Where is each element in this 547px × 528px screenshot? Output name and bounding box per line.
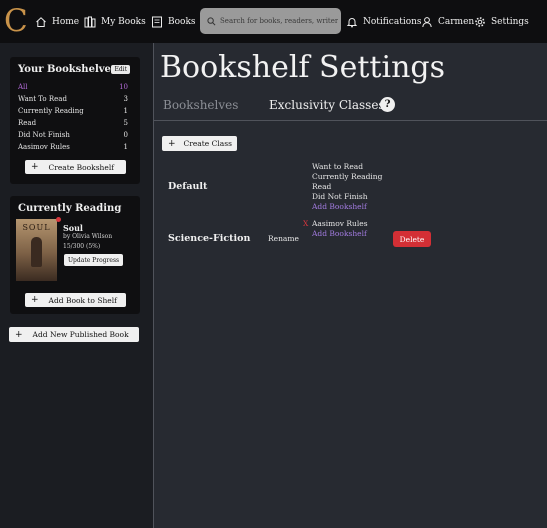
search-bar[interactable]	[200, 8, 341, 34]
tab-exclusivity-classes[interactable]: Exclusivity Classes	[269, 98, 385, 112]
notification-dot	[56, 217, 61, 222]
bookshelves-panel: Your Bookshelves Edit All 10 Want To Rea…	[10, 57, 140, 184]
update-progress-button[interactable]: Update Progress	[64, 254, 124, 266]
class-name-default: Default	[168, 181, 208, 192]
cover-text: SOUL	[22, 223, 51, 232]
nav-books-label: Books	[168, 17, 196, 27]
currently-reading-title: Currently Reading	[18, 203, 122, 214]
nav-my-books[interactable]: My Books	[84, 14, 146, 30]
reading-progress: 15/300 (5%)	[63, 243, 101, 250]
book-icon	[152, 16, 162, 28]
books-stack-icon	[84, 16, 96, 28]
add-bookshelf-link-default[interactable]: Add Bookshelf	[312, 202, 367, 211]
sidebar-shelf-all[interactable]: All 10	[18, 83, 128, 95]
add-book-to-shelf-button[interactable]: + Add Book to Shelf	[25, 293, 126, 307]
nav-notifications-label: Notifications	[363, 17, 422, 27]
user-icon	[422, 17, 432, 28]
nav-books[interactable]: Books	[151, 14, 196, 30]
shelf-name: Did Not Finish	[18, 131, 70, 139]
class-shelf-item: Aasimov Rules	[312, 219, 368, 228]
add-book-to-shelf-label: Add Book to Shelf	[48, 295, 117, 305]
home-icon	[36, 17, 46, 27]
bookshelves-title: Your Bookshelves	[18, 64, 117, 75]
edit-bookshelves-button[interactable]: Edit	[111, 65, 130, 74]
create-class-button[interactable]: + Create Class	[162, 136, 237, 151]
add-new-published-book-button[interactable]: + Add New Published Book	[9, 327, 139, 342]
nav-home[interactable]: Home	[35, 14, 79, 30]
nav-user-label: Carmen	[438, 17, 475, 27]
plus-icon: +	[31, 162, 39, 172]
shelf-count: 1	[123, 143, 128, 151]
nav-settings[interactable]: Settings	[474, 14, 529, 30]
shelf-name: Want To Read	[18, 95, 67, 103]
shelf-name: All	[18, 83, 28, 91]
rename-class-button[interactable]: Rename	[268, 234, 299, 243]
nav-my-books-label: My Books	[101, 17, 146, 27]
create-class-label: Create Class	[183, 139, 232, 148]
class-shelf-item: Did Not Finish	[312, 192, 368, 201]
top-nav-bar: C Home My Books Books Notifications Carm…	[0, 0, 547, 43]
plus-icon: +	[168, 138, 176, 149]
shelf-name: Aasimov Rules	[18, 143, 70, 151]
nav-home-label: Home	[52, 17, 80, 27]
help-icon[interactable]: ?	[380, 97, 395, 112]
add-bookshelf-link-science-fiction[interactable]: Add Bookshelf	[312, 229, 367, 238]
app-logo[interactable]: C	[4, 4, 28, 38]
sidebar-shelf-did-not-finish[interactable]: Did Not Finish 0	[18, 131, 128, 143]
search-input[interactable]	[220, 17, 338, 25]
book-author: by Olivia Wilson	[63, 233, 113, 240]
remove-shelf-x-icon[interactable]: X	[303, 219, 308, 228]
shelf-name: Currently Reading	[18, 107, 84, 115]
sidebar-shelf-read[interactable]: Read 5	[18, 119, 128, 131]
sidebar-shelf-aasimov-rules[interactable]: Aasimov Rules 1	[18, 143, 128, 155]
sidebar-shelf-want-to-read[interactable]: Want To Read 3	[18, 95, 128, 107]
cover-figure	[31, 237, 42, 267]
sidebar-divider	[153, 43, 154, 528]
book-title[interactable]: Soul	[63, 223, 83, 233]
create-bookshelf-label: Create Bookshelf	[48, 162, 114, 172]
plus-icon: +	[15, 329, 23, 340]
nav-notifications[interactable]: Notifications	[346, 14, 422, 30]
class-shelf-item: Read	[312, 182, 332, 191]
shelf-count: 3	[123, 95, 128, 103]
nav-user[interactable]: Carmen	[421, 14, 474, 30]
class-name-science-fiction: Science-Fiction	[168, 233, 251, 244]
shelf-count: 10	[119, 83, 128, 91]
create-bookshelf-button[interactable]: + Create Bookshelf	[25, 160, 126, 174]
gear-icon	[475, 17, 485, 27]
shelf-count: 5	[123, 119, 128, 127]
shelf-count: 1	[123, 107, 128, 115]
class-shelf-item: Currently Reading	[312, 172, 383, 181]
sidebar-shelf-currently-reading[interactable]: Currently Reading 1	[18, 107, 128, 119]
book-cover-image[interactable]: SOUL	[16, 219, 57, 281]
search-icon	[207, 16, 216, 25]
page-title: Bookshelf Settings	[160, 50, 445, 85]
shelf-count: 0	[123, 131, 128, 139]
tabs-divider	[154, 120, 547, 121]
plus-icon: +	[31, 295, 39, 305]
delete-class-button[interactable]: Delete	[393, 231, 431, 247]
tab-bookshelves[interactable]: Bookshelves	[163, 98, 238, 112]
add-new-published-book-label: Add New Published Book	[32, 330, 129, 339]
currently-reading-panel: Currently Reading SOUL Soul by Olivia Wi…	[10, 196, 140, 314]
bell-icon	[346, 18, 358, 28]
class-shelf-item: Want to Read	[312, 162, 364, 171]
nav-settings-label: Settings	[491, 17, 529, 27]
shelf-name: Read	[18, 119, 37, 127]
